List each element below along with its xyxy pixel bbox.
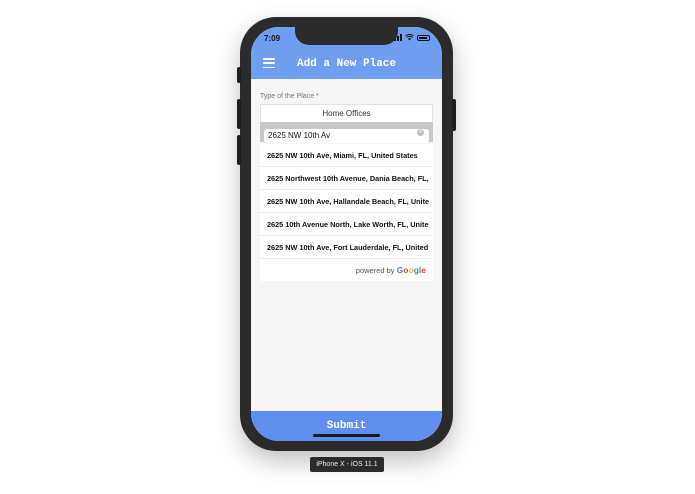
autocomplete-result[interactable]: 2625 NW 10th Ave, Hallandale Beach, FL, … xyxy=(260,190,433,213)
device-frame: 7:09 Add a New Place Type of the Place *… xyxy=(237,17,456,451)
autocomplete-result[interactable]: 2625 10th Avenue North, Lake Worth, FL, … xyxy=(260,213,433,236)
wifi-icon xyxy=(405,34,414,41)
autocomplete-result[interactable]: 2625 NW 10th Ave, Fort Lauderdale, FL, U… xyxy=(260,236,433,259)
powered-by-text: powered by xyxy=(355,266,395,275)
mute-switch xyxy=(237,67,241,83)
device-caption: iPhone X - iOS 11.1 xyxy=(310,457,384,472)
volume-up-button xyxy=(237,99,241,129)
address-search-bar: ✕ xyxy=(260,122,433,143)
status-time: 7:09 xyxy=(264,34,281,43)
device-notch xyxy=(295,27,398,45)
page-title: Add a New Place xyxy=(296,58,397,70)
google-logo: Google xyxy=(396,265,426,275)
volume-down-button xyxy=(237,135,241,165)
power-button xyxy=(452,99,456,131)
address-search-input[interactable] xyxy=(264,128,429,143)
type-field-label: Type of the Place * xyxy=(260,93,319,100)
autocomplete-result[interactable]: 2625 NW 10th Ave, Miami, FL, United Stat… xyxy=(260,144,433,167)
clear-icon[interactable]: ✕ xyxy=(417,129,424,136)
home-indicator xyxy=(313,434,380,437)
place-type-select[interactable]: Home Offices xyxy=(260,104,433,122)
battery-icon xyxy=(417,34,430,41)
app-screen: 7:09 Add a New Place Type of the Place *… xyxy=(251,27,442,441)
powered-by-google: powered by Google xyxy=(260,259,433,281)
autocomplete-results: 2625 NW 10th Ave, Miami, FL, United Stat… xyxy=(260,144,433,281)
autocomplete-result[interactable]: 2625 Northwest 10th Avenue, Dania Beach,… xyxy=(260,167,433,190)
